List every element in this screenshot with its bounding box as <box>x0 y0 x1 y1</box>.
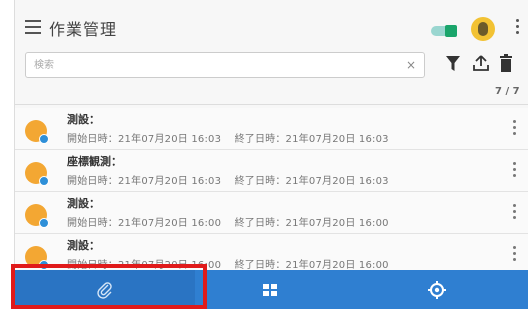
tab-attachments[interactable] <box>15 270 195 309</box>
list-item[interactable]: 測設： 開始日時：21年07月20日 16:03 終了日時：21年07月20日 … <box>15 108 528 150</box>
item-times: 開始日時：21年07月20日 16:00 終了日時：21年07月20日 16:0… <box>67 214 389 229</box>
item-times: 開始日時：21年07月20日 16:03 終了日時：21年07月20日 16:0… <box>67 172 389 187</box>
item-times: 開始日時：21年07月20日 16:03 終了日時：21年07月20日 16:0… <box>67 130 389 145</box>
item-count: 7 / 7 <box>495 86 520 97</box>
more-vertical-icon[interactable] <box>513 246 517 264</box>
search-input[interactable] <box>26 53 386 78</box>
task-status-icon <box>25 246 49 270</box>
search-field[interactable]: × <box>25 52 425 78</box>
grid-icon <box>263 283 277 296</box>
task-status-icon <box>25 162 49 186</box>
paperclip-icon <box>97 281 112 299</box>
more-vertical-icon[interactable] <box>513 204 517 222</box>
end-time: 終了日時：21年07月20日 16:03 <box>234 176 389 187</box>
gear-icon <box>428 280 446 299</box>
status-badge <box>39 176 49 186</box>
status-badge <box>39 218 49 228</box>
upload-icon[interactable] <box>471 53 491 73</box>
top-app-bar: 作業管理 <box>15 10 528 46</box>
list-item[interactable]: 座標観測： 開始日時：21年07月20日 16:03 終了日時：21年07月20… <box>15 150 528 192</box>
page-title: 作業管理 <box>49 20 118 39</box>
tab-settings[interactable] <box>345 270 528 309</box>
clear-search-icon[interactable]: × <box>406 58 416 72</box>
more-vertical-icon[interactable] <box>516 19 520 37</box>
hamburger-menu-icon[interactable] <box>25 20 41 34</box>
start-time: 開始日時：21年07月20日 16:03 <box>67 134 222 145</box>
end-time: 終了日時：21年07月20日 16:03 <box>234 134 389 145</box>
task-status-icon <box>25 120 49 144</box>
task-status-icon <box>25 204 49 228</box>
item-times: 開始日時：21年07月20日 16:00 終了日時：21年07月20日 16:0… <box>67 256 389 271</box>
list-item[interactable]: 測設： 開始日時：21年07月20日 16:00 終了日時：21年07月20日 … <box>15 192 528 234</box>
task-list: 測設： 開始日時：21年07月20日 16:03 終了日時：21年07月20日 … <box>15 108 528 276</box>
trash-icon[interactable] <box>499 54 513 72</box>
start-time: 開始日時：21年07月20日 16:00 <box>67 218 222 229</box>
divider <box>15 104 528 105</box>
more-vertical-icon[interactable] <box>513 120 517 138</box>
app-window: 作業管理 × 7 / 7 測設： 開始日時：21年07月20日 16:03 終了… <box>14 0 528 309</box>
filter-icon[interactable] <box>445 55 461 73</box>
start-time: 開始日時：21年07月20日 16:03 <box>67 176 222 187</box>
user-avatar-icon[interactable] <box>471 17 495 41</box>
bottom-navigation <box>15 270 528 309</box>
status-badge <box>39 260 49 270</box>
tab-grid[interactable] <box>195 270 345 309</box>
toggle-switch[interactable] <box>431 25 457 37</box>
item-title: 測設： <box>67 197 100 210</box>
end-time: 終了日時：21年07月20日 16:00 <box>234 218 389 229</box>
toggle-knob <box>445 25 457 37</box>
item-title: 測設： <box>67 239 100 252</box>
status-badge <box>39 134 49 144</box>
item-title: 測設： <box>67 113 100 126</box>
item-title: 座標観測： <box>67 155 122 168</box>
more-vertical-icon[interactable] <box>513 162 517 180</box>
